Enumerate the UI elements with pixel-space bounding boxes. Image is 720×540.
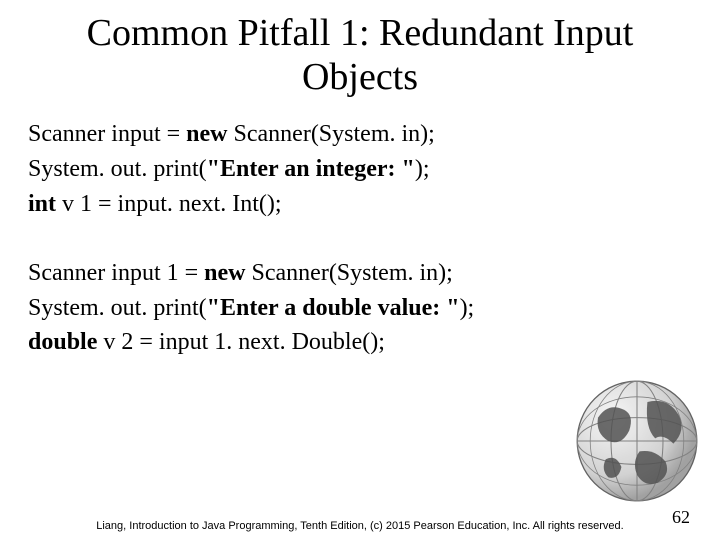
code-text: v 1 = input. next. Int(); (62, 191, 282, 217)
code-string: "Enter a double value: " (207, 295, 460, 321)
code-text: ); (415, 156, 430, 182)
code-line: System. out. print("Enter an integer: ")… (28, 152, 692, 187)
code-line: System. out. print("Enter a double value… (28, 291, 692, 326)
code-line: Scanner input = new Scanner(System. in); (28, 117, 692, 152)
code-text: Scanner(System. in); (234, 121, 435, 147)
page-number: 62 (672, 507, 690, 528)
code-keyword: double (28, 329, 103, 355)
code-text: Scanner input = (28, 121, 186, 147)
slide: Common Pitfall 1: Redundant Input Object… (0, 0, 720, 540)
code-text: System. out. print( (28, 156, 207, 182)
code-line: Scanner input 1 = new Scanner(System. in… (28, 256, 692, 291)
code-line: double v 2 = input 1. next. Double(); (28, 325, 692, 360)
slide-title: Common Pitfall 1: Redundant Input Object… (0, 0, 720, 109)
code-keyword: new (186, 121, 233, 147)
code-text: System. out. print( (28, 295, 207, 321)
footer-text: Liang, Introduction to Java Programming,… (0, 520, 720, 534)
code-keyword: new (204, 260, 251, 286)
code-keyword: int (28, 191, 62, 217)
code-text: v 2 = input 1. next. Double(); (103, 329, 385, 355)
code-line: int v 1 = input. next. Int(); (28, 187, 692, 222)
code-text: ); (460, 295, 475, 321)
slide-body: Scanner input = new Scanner(System. in);… (0, 109, 720, 360)
globe-icon (572, 376, 702, 506)
spacer (28, 222, 692, 256)
code-string: "Enter an integer: " (207, 156, 415, 182)
code-text: Scanner(System. in); (252, 260, 453, 286)
code-text: Scanner input 1 = (28, 260, 204, 286)
